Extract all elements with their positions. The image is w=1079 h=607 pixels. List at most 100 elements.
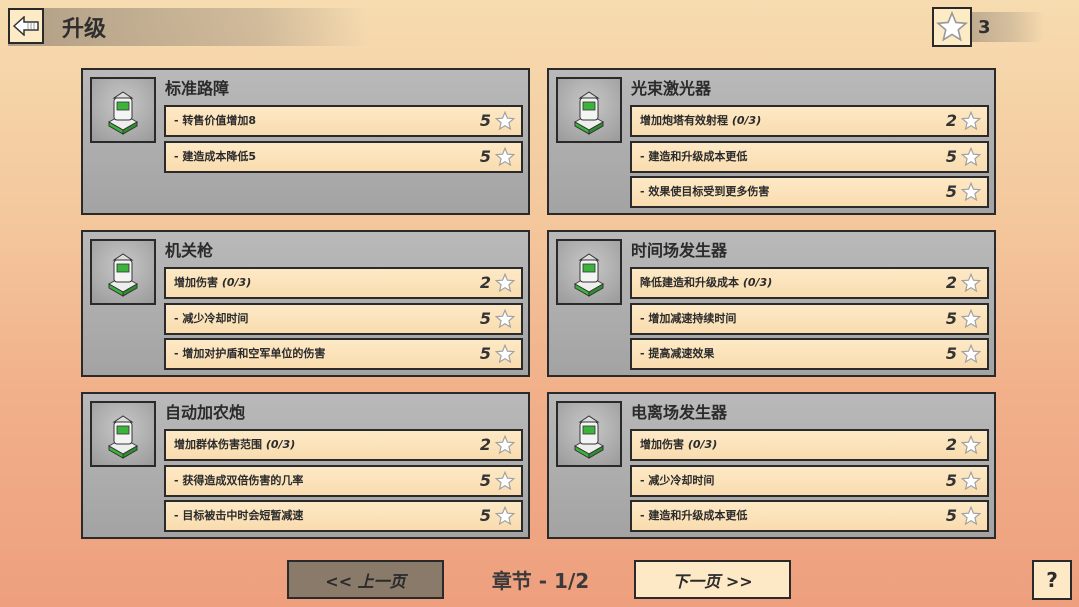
upgrade-label: - 增加减速持续时间 <box>640 305 736 333</box>
upgrade-panel: 电离场发生器 增加伤害 (0/3) 2 - 减少冷却时间 5 - 建造和升级成本更低 5 <box>547 392 996 539</box>
upgrade-label-text: - 提高减速效果 <box>640 347 715 360</box>
upgrade-label-text: 增加伤害 <box>640 438 684 451</box>
upgrade-option[interactable]: 增加群体伤害范围 (0/3) 2 <box>164 429 523 461</box>
upgrade-panel: 机关枪增加伤害 (0/3) 2 - 减少冷却时间 5 - 增加对护盾和空军单位的伤害 5 <box>81 230 530 377</box>
upgrade-option[interactable]: - 减少冷却时间 5 <box>630 465 989 497</box>
upgrade-panel: 时间场发生器 降低建造和升级成本 (0/3) 2- 增加减速持续时间 5- 提高减速效… <box>547 230 996 377</box>
upgrade-cost: 5 <box>945 147 957 166</box>
upgrade-label-text: - 减少冷却时间 <box>640 474 715 487</box>
upgrade-option[interactable]: - 建造成本降低5 5 <box>164 141 523 173</box>
turret-name: 机关枪 <box>165 241 214 260</box>
upgrade-option[interactable]: 增加伤害 (0/3) 2 <box>164 267 523 299</box>
upgrade-option[interactable]: - 建造和升级成本更低 5 <box>630 500 989 532</box>
turret-thumbnail <box>90 77 156 143</box>
upgrade-label: 增加群体伤害范围 (0/3) <box>174 431 295 459</box>
upgrade-label-text: 增加群体伤害范围 <box>174 438 262 451</box>
upgrade-option[interactable]: - 建造和升级成本更低 5 <box>630 141 989 173</box>
auto-cannon-icon <box>107 415 139 459</box>
help-button[interactable]: ? <box>1032 560 1072 600</box>
upgrade-label: - 效果使目标受到更多伤害 <box>640 178 769 206</box>
turret-thumbnail <box>556 77 622 143</box>
star-icon <box>495 273 515 293</box>
upgrade-label-text: - 目标被击中时会短暂减速 <box>174 509 304 522</box>
upgrade-label: - 建造和升级成本更低 <box>640 502 747 530</box>
chapter-indicator: 章节 - 1/2 <box>491 569 590 593</box>
turret-thumbnail <box>90 239 156 305</box>
upgrade-cost: 2 <box>945 435 957 454</box>
upgrade-option[interactable]: - 减少冷却时间 5 <box>164 303 523 335</box>
star-icon <box>961 435 981 455</box>
upgrade-progress: (0/3) <box>687 438 718 451</box>
upgrade-label-text: - 建造成本降低5 <box>174 150 257 163</box>
upgrade-option[interactable]: - 效果使目标受到更多伤害 5 <box>630 176 989 208</box>
upgrade-label: - 建造成本降低5 <box>174 143 256 171</box>
star-counter <box>932 7 972 47</box>
turret-thumbnail <box>556 401 622 467</box>
upgrade-option[interactable]: - 获得造成双倍伤害的几率 5 <box>164 465 523 497</box>
upgrade-cost: 5 <box>945 344 957 363</box>
upgrade-label: - 减少冷却时间 <box>174 305 248 333</box>
upgrade-cost: 5 <box>479 111 491 130</box>
upgrade-label-text: 增加炮塔有效射程 <box>640 114 728 127</box>
upgrade-label-text: 降低建造和升级成本 <box>640 276 739 289</box>
upgrade-option[interactable]: 增加伤害 (0/3) 2 <box>630 429 989 461</box>
star-icon <box>936 11 968 42</box>
upgrade-label-text: - 增加减速持续时间 <box>640 312 737 325</box>
upgrade-panel: 光束激光器 增加炮塔有效射程 (0/3) 2- 建造和升级成本更低 5- 效果使目标受… <box>547 68 996 215</box>
upgrade-option[interactable]: - 增加对护盾和空军单位的伤害 5 <box>164 338 523 370</box>
upgrade-option[interactable]: 增加炮塔有效射程 (0/3) 2 <box>630 105 989 137</box>
upgrade-cost: 5 <box>479 344 491 363</box>
next-page-button[interactable]: 下一页 >> <box>634 560 791 599</box>
upgrade-cost: 5 <box>945 182 957 201</box>
upgrade-cost: 2 <box>479 273 491 292</box>
star-icon <box>495 309 515 329</box>
upgrade-label-text: - 建造和升级成本更低 <box>640 150 748 163</box>
upgrade-label: - 获得造成双倍伤害的几率 <box>174 467 303 495</box>
turret-thumbnail <box>556 239 622 305</box>
star-icon <box>961 309 981 329</box>
time-field-icon <box>573 253 605 297</box>
upgrade-option[interactable]: 降低建造和升级成本 (0/3) 2 <box>630 267 989 299</box>
laser-turret-icon <box>573 91 605 135</box>
upgrade-option[interactable]: - 转售价值增加8 5 <box>164 105 523 137</box>
upgrade-label-text: - 效果使目标受到更多伤害 <box>640 185 770 198</box>
star-icon <box>961 147 981 167</box>
upgrade-option[interactable]: - 增加减速持续时间 5 <box>630 303 989 335</box>
turret-name: 自动加农炮 <box>165 403 246 422</box>
upgrade-label-text: - 增加对护盾和空军单位的伤害 <box>174 347 326 360</box>
prev-page-button[interactable]: << 上一页 <box>287 560 444 599</box>
upgrade-label: 增加炮塔有效射程 (0/3) <box>640 107 761 135</box>
turret-thumbnail <box>90 401 156 467</box>
upgrade-label-text: - 转售价值增加8 <box>174 114 257 127</box>
machine-gun-icon <box>107 253 139 297</box>
upgrade-cost: 2 <box>479 435 491 454</box>
star-icon <box>495 506 515 526</box>
upgrade-label: - 建造和升级成本更低 <box>640 143 747 171</box>
turret-name: 标准路障 <box>165 79 230 98</box>
star-icon <box>961 182 981 202</box>
upgrade-label: - 减少冷却时间 <box>640 467 714 495</box>
upgrade-cost: 5 <box>945 309 957 328</box>
upgrade-panel: 自动加农炮 增加群体伤害范围 (0/3) 2- 获得造成双倍伤害的几率 5- 目标被击… <box>81 392 530 539</box>
upgrade-label-text: - 减少冷却时间 <box>174 312 249 325</box>
star-icon <box>495 344 515 364</box>
star-icon <box>495 435 515 455</box>
upgrade-label: - 转售价值增加8 <box>174 107 256 135</box>
star-icon <box>961 471 981 491</box>
upgrade-panel: 标准路障 - 转售价值增加8 5 - 建造成本降低5 5 <box>81 68 530 215</box>
upgrade-progress: (0/3) <box>221 276 252 289</box>
star-icon <box>961 111 981 131</box>
upgrade-label: 增加伤害 (0/3) <box>640 431 717 459</box>
upgrade-option[interactable]: - 提高减速效果 5 <box>630 338 989 370</box>
upgrade-cost: 5 <box>479 309 491 328</box>
upgrade-option[interactable]: - 目标被击中时会短暂减速 5 <box>164 500 523 532</box>
back-button[interactable] <box>8 8 44 44</box>
upgrade-cost: 5 <box>945 471 957 490</box>
upgrade-label-text: 增加伤害 <box>174 276 218 289</box>
upgrade-progress: (0/3) <box>265 438 296 451</box>
upgrade-label-text: - 获得造成双倍伤害的几率 <box>174 474 304 487</box>
star-icon <box>495 147 515 167</box>
upgrade-label: - 目标被击中时会短暂减速 <box>174 502 303 530</box>
upgrade-cost: 5 <box>479 506 491 525</box>
upgrade-cost: 5 <box>945 506 957 525</box>
